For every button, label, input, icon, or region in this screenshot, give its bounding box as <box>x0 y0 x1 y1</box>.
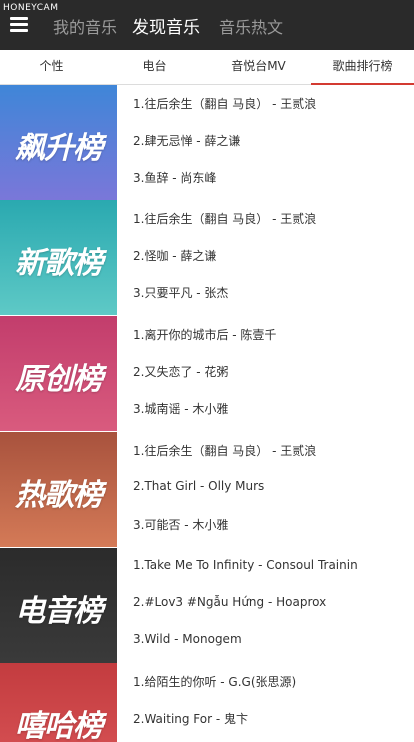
song-item[interactable]: 3.鱼辞 - 尚东峰 <box>133 169 216 186</box>
song-list: 1.离开你的城市后 - 陈壹千 2.又失恋了 - 花粥 3.城南谣 - 木小雅 <box>133 316 408 431</box>
song-item[interactable]: 1.Take Me To Infinity - Consoul Trainin <box>133 558 358 572</box>
tab-discover-music[interactable]: 发现音乐 <box>132 13 200 38</box>
chart-cover[interactable]: 原创榜 <box>0 316 117 431</box>
chart-cover[interactable]: 嘻哈榜 <box>0 663 117 742</box>
song-item[interactable]: 1.往后余生（翻自 马良） - 王贰浪 <box>133 442 316 459</box>
song-list: 1.Take Me To Infinity - Consoul Trainin … <box>133 548 408 663</box>
watermark: HONEYCAM <box>3 3 59 13</box>
song-list: 1.往后余生（翻自 马良） - 王贰浪 2.That Girl - Olly M… <box>133 432 408 547</box>
tab-music-articles[interactable]: 音乐热文 <box>219 14 283 38</box>
chart-cover-title: 原创榜 <box>15 362 103 397</box>
chart-cover-title: 嘻哈榜 <box>15 709 103 742</box>
song-item[interactable]: 2.#Lov3 #Ngẫu Hứng - Hoaprox <box>133 595 326 609</box>
chart-cover[interactable]: 热歌榜 <box>0 432 117 547</box>
chart-item: 原创榜 1.离开你的城市后 - 陈壹千 2.又失恋了 - 花粥 3.城南谣 - … <box>0 316 414 431</box>
sub-navigation: 个性 电台 音悦台MV 歌曲排行榜 <box>0 50 414 85</box>
subtab-personal[interactable]: 个性 <box>0 50 103 83</box>
song-item[interactable]: 1.离开你的城市后 - 陈壹千 <box>133 326 276 343</box>
subtab-radio[interactable]: 电台 <box>103 50 206 83</box>
chart-cover-title: 热歌榜 <box>15 478 103 513</box>
chart-cover[interactable]: 新歌榜 <box>0 200 117 315</box>
song-list: 1.给陌生的你听 - G.G(张思源) 2.Waiting For - 鬼卞 <box>133 663 408 742</box>
top-bar: HONEYCAM 我的音乐 发现音乐 音乐热文 <box>0 0 414 50</box>
song-item[interactable]: 1.给陌生的你听 - G.G(张思源) <box>133 673 296 690</box>
song-item[interactable]: 2.Waiting For - 鬼卞 <box>133 710 248 727</box>
chart-item: 飙升榜 1.往后余生（翻自 马良） - 王贰浪 2.肆无忌惮 - 薛之谦 3.鱼… <box>0 85 414 200</box>
chart-cover-title: 飙升榜 <box>15 131 103 166</box>
song-item[interactable]: 2.肆无忌惮 - 薛之谦 <box>133 132 240 149</box>
chart-item: 新歌榜 1.往后余生（翻自 马良） - 王贰浪 2.怪咖 - 薛之谦 3.只要平… <box>0 200 414 315</box>
chart-item: 电音榜 1.Take Me To Infinity - Consoul Trai… <box>0 548 414 663</box>
chart-item: 热歌榜 1.往后余生（翻自 马良） - 王贰浪 2.That Girl - Ol… <box>0 432 414 547</box>
song-item[interactable]: 2.又失恋了 - 花粥 <box>133 363 228 380</box>
song-item[interactable]: 1.往后余生（翻自 马良） - 王贰浪 <box>133 95 316 112</box>
chart-cover-title: 新歌榜 <box>15 246 103 281</box>
tab-my-music[interactable]: 我的音乐 <box>53 14 117 38</box>
menu-icon[interactable] <box>10 17 28 32</box>
chart-item: 嘻哈榜 1.给陌生的你听 - G.G(张思源) 2.Waiting For - … <box>0 663 414 742</box>
chart-cover[interactable]: 飙升榜 <box>0 85 117 200</box>
subtab-mv[interactable]: 音悦台MV <box>207 50 310 83</box>
song-item[interactable]: 1.往后余生（翻自 马良） - 王贰浪 <box>133 210 316 227</box>
song-item[interactable]: 3.只要平凡 - 张杰 <box>133 284 228 301</box>
subtab-charts[interactable]: 歌曲排行榜 <box>311 50 414 85</box>
song-item[interactable]: 3.可能否 - 木小雅 <box>133 516 228 533</box>
song-item[interactable]: 3.城南谣 - 木小雅 <box>133 400 228 417</box>
song-item[interactable]: 2.That Girl - Olly Murs <box>133 479 264 493</box>
song-item[interactable]: 2.怪咖 - 薛之谦 <box>133 247 216 264</box>
chart-cover[interactable]: 电音榜 <box>0 548 117 663</box>
song-list: 1.往后余生（翻自 马良） - 王贰浪 2.肆无忌惮 - 薛之谦 3.鱼辞 - … <box>133 85 408 200</box>
song-list: 1.往后余生（翻自 马良） - 王贰浪 2.怪咖 - 薛之谦 3.只要平凡 - … <box>133 200 408 315</box>
song-item[interactable]: 3.Wild - Monogem <box>133 632 242 646</box>
chart-cover-title: 电音榜 <box>15 594 103 629</box>
